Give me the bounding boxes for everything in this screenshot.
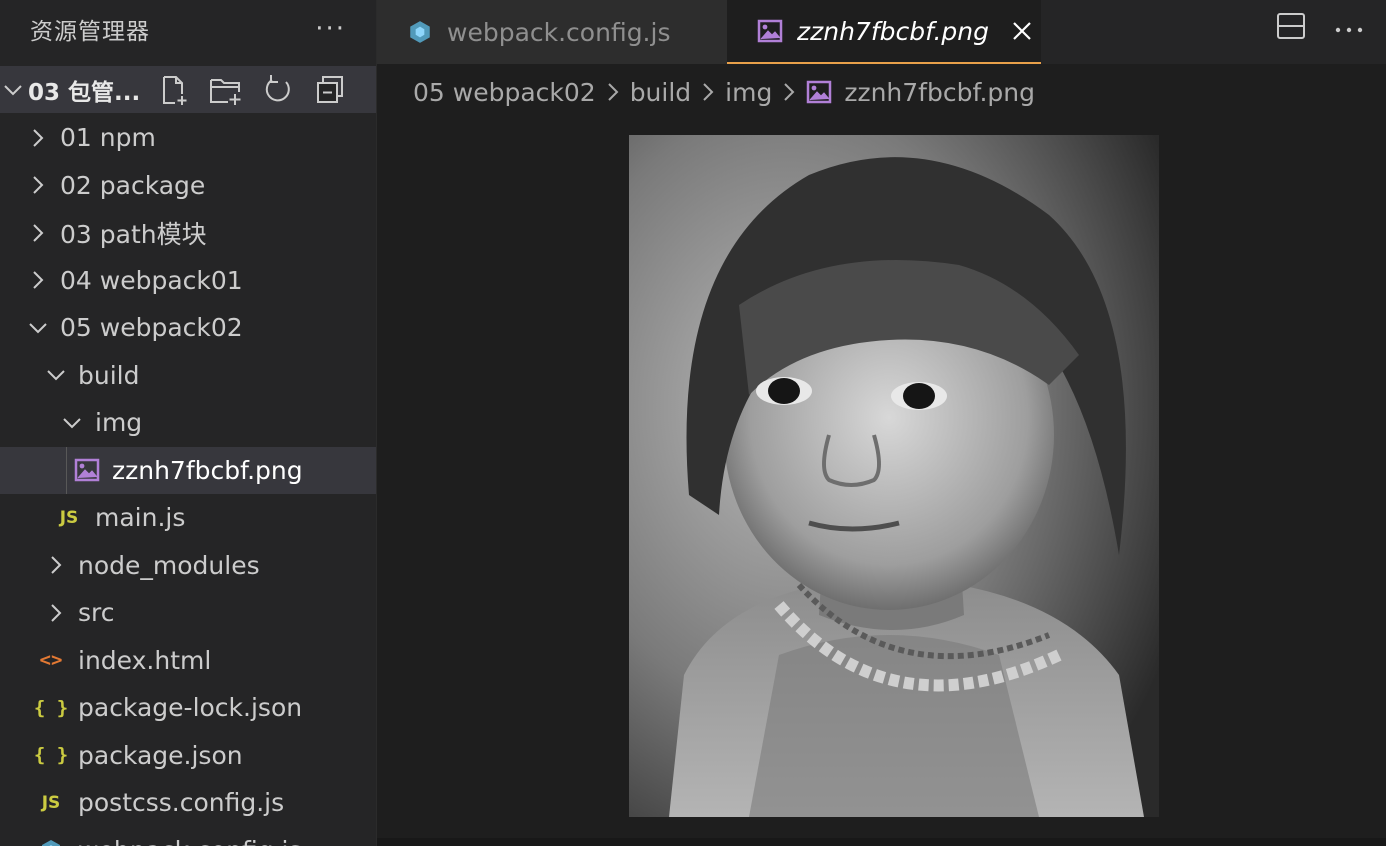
js-file-icon: JS: [59, 507, 79, 528]
more-actions-button[interactable]: ···: [315, 14, 346, 44]
editor-bottom-edge: [377, 838, 1386, 846]
tab-label: webpack.config.js: [447, 17, 671, 47]
workspace-folder-header[interactable]: 03 包管...: [0, 66, 376, 113]
explorer-title: 资源管理器: [30, 19, 150, 45]
tree-item-label: 03 path模块: [60, 219, 207, 249]
image-file-icon: [757, 19, 783, 43]
tree-item-05-webpack02[interactable]: 05 webpack02: [0, 304, 376, 352]
breadcrumb-item[interactable]: img: [725, 78, 772, 107]
tree-item-02-package[interactable]: 02 package: [0, 162, 376, 210]
tree-item-label: zznh7fbcbf.png: [112, 455, 303, 485]
image-file-icon: [72, 458, 102, 482]
breadcrumb-item[interactable]: build: [630, 78, 691, 107]
tree-item-label: package-lock.json: [78, 693, 303, 723]
tree-item-node-modules[interactable]: node_modules: [0, 542, 376, 590]
tree-item-package-json[interactable]: { } package.json: [0, 732, 376, 780]
breadcrumb-item[interactable]: 05 webpack02: [413, 78, 596, 107]
portrait-photo: [629, 135, 1159, 817]
new-folder-icon[interactable]: [208, 72, 244, 108]
tree-item-label: 04 webpack01: [60, 265, 243, 295]
tree-item-label: img: [95, 408, 143, 438]
explorer-sidebar: 资源管理器 ··· 03 包管... 01 npm 02 package 03 …: [0, 0, 377, 846]
editor-tab-bar: webpack.config.js zznh7fbcbf.png: [377, 0, 1386, 64]
tree-item-postcss-config-js[interactable]: JS postcss.config.js: [0, 779, 376, 827]
breadcrumb: 05 webpack02 build img zznh7fbcbf.png: [377, 64, 1386, 120]
chevron-right-icon: [24, 266, 52, 294]
chevron-down-icon: [58, 409, 86, 437]
tree-item-src[interactable]: src: [0, 589, 376, 637]
collapse-all-icon[interactable]: [312, 72, 348, 108]
tree-item-main-js[interactable]: JS main.js: [0, 494, 376, 542]
tree-item-03-path[interactable]: 03 path模块: [0, 209, 376, 257]
more-actions-icon[interactable]: [1334, 19, 1364, 38]
image-file-icon: [806, 80, 832, 104]
js-file-icon: JS: [41, 792, 61, 813]
tree-item-build[interactable]: build: [0, 352, 376, 400]
file-tree: 01 npm 02 package 03 path模块 04 webpack01…: [0, 114, 376, 846]
tree-item-label: node_modules: [78, 550, 260, 580]
chevron-right-icon: [24, 171, 52, 199]
chevron-right-icon: [606, 81, 620, 103]
tree-item-label: postcss.config.js: [78, 788, 285, 818]
chevron-right-icon: [42, 599, 70, 627]
webpack-cube-icon: [407, 19, 433, 45]
tab-label: zznh7fbcbf.png: [797, 16, 990, 46]
chevron-down-icon: [24, 314, 52, 342]
tree-item-label: 05 webpack02: [60, 313, 243, 343]
tree-item-label: build: [78, 360, 140, 390]
breadcrumb-item[interactable]: zznh7fbcbf.png: [844, 78, 1035, 107]
editor-actions: [1276, 0, 1386, 56]
tree-item-04-webpack01[interactable]: 04 webpack01: [0, 257, 376, 305]
indent-guide: [66, 446, 67, 494]
chevron-right-icon: [42, 551, 70, 579]
tree-item-01-npm[interactable]: 01 npm: [0, 114, 376, 162]
tab-zznh7fbcbf-png[interactable]: zznh7fbcbf.png: [727, 0, 1041, 64]
chevron-right-icon: [24, 124, 52, 152]
tree-item-label: src: [78, 598, 115, 628]
json-file-icon: { }: [33, 744, 69, 767]
chevron-down-icon: [0, 79, 28, 101]
tree-item-label: webpack.config.js: [78, 836, 301, 846]
chevron-down-icon: [42, 361, 70, 389]
tree-item-package-lock-json[interactable]: { } package-lock.json: [0, 684, 376, 732]
tree-item-label: index.html: [78, 645, 212, 675]
tree-item-webpack-config-js[interactable]: webpack.config.js: [0, 827, 376, 846]
explorer-header: 资源管理器 ···: [0, 0, 376, 58]
close-icon[interactable]: [1011, 20, 1033, 42]
tree-item-label: package.json: [78, 740, 243, 770]
chevron-right-icon: [24, 219, 52, 247]
tree-item-index-html[interactable]: <> index.html: [0, 637, 376, 685]
webpack-cube-icon: [36, 838, 66, 846]
tab-webpack-config-js[interactable]: webpack.config.js: [377, 0, 727, 64]
split-editor-icon[interactable]: [1276, 11, 1306, 45]
refresh-icon[interactable]: [260, 72, 296, 108]
tree-item-label: 01 npm: [60, 123, 156, 153]
workspace-folder-name: 03 包管...: [28, 79, 141, 106]
tree-item-label: main.js: [95, 503, 186, 533]
image-preview[interactable]: [629, 135, 1159, 817]
tree-item-img[interactable]: img: [0, 399, 376, 447]
chevron-right-icon: [701, 81, 715, 103]
folder-actions: [156, 72, 348, 108]
html-file-icon: <>: [39, 649, 63, 672]
new-file-icon[interactable]: [156, 72, 192, 108]
tree-item-zznh7fbcbf-png[interactable]: zznh7fbcbf.png: [0, 446, 376, 494]
chevron-right-icon: [782, 81, 796, 103]
tree-item-label: 02 package: [60, 170, 206, 200]
json-file-icon: { }: [33, 696, 69, 719]
